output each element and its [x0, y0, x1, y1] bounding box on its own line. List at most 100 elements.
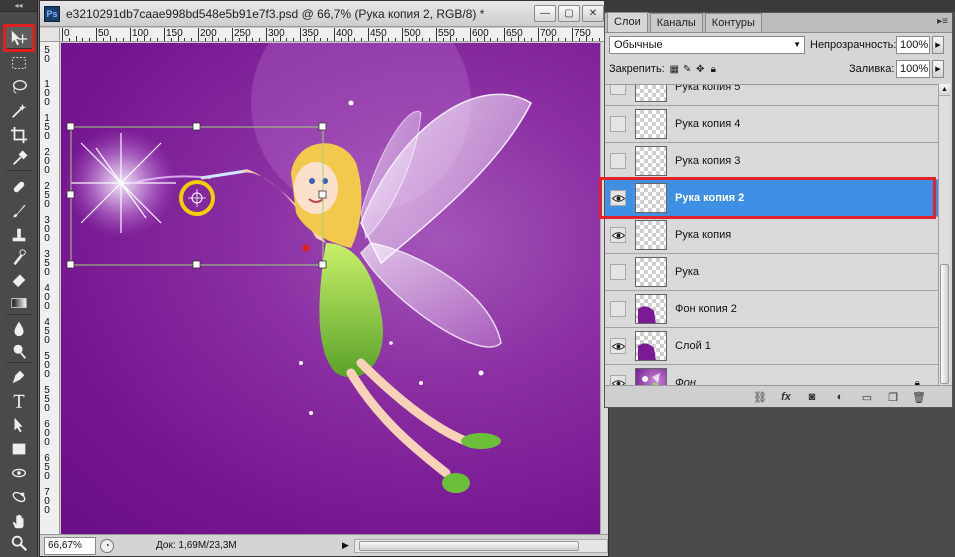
opacity-label: Непрозрачность:	[810, 39, 897, 51]
opacity-slider-arrow-icon[interactable]: ▶	[932, 36, 944, 54]
fill-field[interactable]: 100%	[896, 60, 930, 78]
adjustment-icon[interactable]: ◐	[833, 390, 847, 404]
layer-row[interactable]: Рука копия 5	[605, 84, 938, 106]
blur-tool[interactable]	[7, 318, 31, 340]
layer-name: Рука копия	[675, 229, 732, 241]
ruler-tick	[252, 38, 254, 41]
mask-icon[interactable]: ◙	[805, 390, 819, 404]
layer-row[interactable]: Рука	[605, 254, 938, 291]
tab-layers[interactable]: Слои	[607, 12, 648, 32]
scrollbar-thumb[interactable]	[359, 540, 579, 551]
ruler-tick	[96, 28, 97, 41]
status-info-icon[interactable]: ◔	[100, 538, 114, 553]
lock-pixels-icon[interactable]: ✎	[682, 64, 693, 75]
image-canvas[interactable]	[61, 43, 601, 534]
gradient-tool[interactable]	[7, 292, 31, 314]
layer-row[interactable]: Рука копия	[605, 217, 938, 254]
lock-transparency-icon[interactable]: ▦	[669, 64, 680, 75]
lock-position-icon[interactable]: ✥	[695, 64, 706, 75]
lasso-tool[interactable]	[7, 76, 31, 98]
3d-rotate-tool[interactable]	[7, 462, 31, 484]
pen-tool[interactable]	[7, 366, 31, 388]
ruler-tick	[531, 38, 533, 41]
ruler-horizontal[interactable]: 0 50 100 150 200 250 300 350 400 450 500 550 600 650 7…	[60, 28, 608, 42]
ruler-vertical[interactable]: 5 0 1 0 0 1 5 0 2 0 0 2 5 0 3 0 0 3 5 0 4 0 0 4 …	[40, 42, 60, 534]
magic-wand-icon	[10, 102, 28, 120]
ruler-tick	[164, 28, 165, 41]
shape-tool[interactable]	[7, 438, 31, 460]
healing-tool[interactable]	[7, 176, 31, 198]
ruler-tick	[313, 36, 315, 41]
ruler-label: 600	[472, 28, 489, 39]
ruler-tick	[402, 28, 403, 41]
quick-select-tool[interactable]	[7, 100, 31, 122]
visibility-toggle[interactable]	[610, 85, 626, 95]
eyedropper-tool[interactable]	[7, 148, 31, 170]
dodge-tool[interactable]	[7, 340, 31, 362]
document-horizontal-scrollbar[interactable]	[354, 538, 608, 553]
ruler-tick	[585, 36, 587, 41]
layer-row[interactable]: Рука копия 3	[605, 143, 938, 180]
lock-label: Закрепить:	[609, 63, 665, 75]
tools-panel-grip[interactable]: ◂◂	[0, 0, 37, 12]
3d-orbit-tool[interactable]	[7, 486, 31, 508]
visibility-toggle[interactable]	[610, 301, 626, 317]
visibility-toggle[interactable]	[610, 264, 626, 280]
fill-slider-arrow-icon[interactable]: ▶	[932, 60, 944, 78]
layer-row[interactable]: Фон копия 2	[605, 291, 938, 328]
stamp-tool[interactable]	[7, 224, 31, 246]
minimize-button[interactable]: —	[534, 5, 556, 22]
ruler-label: 1 0 0	[44, 79, 50, 108]
ruler-tick	[368, 28, 369, 41]
document-titlebar[interactable]: Ps e3210291db7caae998bd548e5b91e7f3.psd …	[40, 1, 608, 27]
zoom-tool[interactable]	[7, 532, 31, 554]
tab-paths[interactable]: Контуры	[704, 13, 762, 32]
layer-row[interactable]: Рука копия 4	[605, 106, 938, 143]
blend-mode-select[interactable]: Обычные ▼	[609, 36, 805, 54]
eraser-tool[interactable]	[7, 268, 31, 290]
path-select-tool[interactable]	[7, 414, 31, 436]
layer-thumbnail	[635, 220, 667, 250]
folder-icon[interactable]: ▭	[860, 390, 874, 404]
history-brush-tool[interactable]	[7, 246, 31, 268]
opacity-field[interactable]: 100%	[896, 36, 930, 54]
eyedropper-icon	[10, 150, 28, 168]
layers-scrollbar[interactable]: ▲ ▼	[938, 84, 950, 397]
marquee-tool[interactable]	[7, 52, 31, 74]
maximize-button[interactable]: ▢	[558, 5, 580, 22]
new-layer-icon[interactable]: ❐	[886, 390, 900, 404]
ruler-label: 500	[404, 28, 421, 39]
eye-icon[interactable]	[610, 227, 626, 243]
scroll-up-icon[interactable]: ▲	[939, 84, 950, 96]
link-icon[interactable]: ⛓	[753, 390, 767, 404]
eye-icon[interactable]	[610, 190, 626, 206]
ruler-corner[interactable]	[40, 28, 60, 42]
visibility-toggle[interactable]	[610, 153, 626, 169]
tab-channels[interactable]: Каналы	[649, 13, 703, 32]
layer-row[interactable]: Слой 1	[605, 328, 938, 365]
ruler-tick	[320, 38, 322, 41]
lock-all-icon[interactable]: 🔒︎	[708, 64, 719, 75]
panel-menu-icon[interactable]: ▸≡	[937, 16, 948, 27]
ruler-tick	[442, 38, 444, 41]
layers-scrollbar-thumb[interactable]	[940, 264, 949, 384]
eye-icon[interactable]	[610, 338, 626, 354]
layer-row[interactable]: Рука копия 2	[605, 180, 938, 217]
layer-name: Рука копия 5	[675, 84, 741, 93]
ruler-tick	[116, 38, 118, 41]
ruler-label: 7 0 0	[44, 487, 50, 516]
close-button[interactable]: ✕	[582, 5, 604, 22]
status-menu-arrow-icon[interactable]: ▶	[342, 540, 352, 551]
brush-tool[interactable]	[7, 200, 31, 222]
rectangle-icon	[10, 440, 28, 458]
photoshop-icon: Ps	[44, 5, 60, 22]
fx-icon[interactable]: fx	[779, 390, 793, 404]
ruler-tick	[272, 38, 274, 41]
trash-icon[interactable]: 🗑︎	[912, 390, 926, 404]
document-size-readout: Док: 1,69M/23,3M	[156, 540, 237, 551]
crop-tool[interactable]	[7, 124, 31, 146]
visibility-toggle[interactable]	[610, 116, 626, 132]
hand-tool[interactable]	[7, 510, 31, 532]
zoom-field[interactable]: 66,67%	[44, 536, 96, 555]
type-tool[interactable]	[7, 390, 31, 412]
